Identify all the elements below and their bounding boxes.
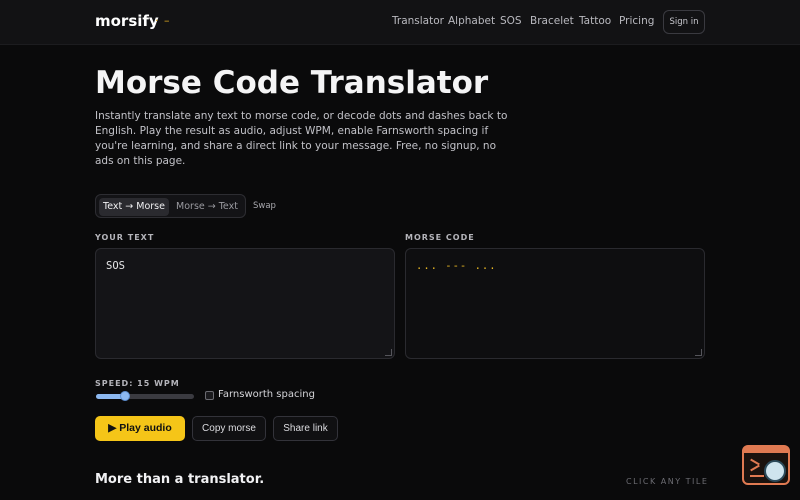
widget-text-line: [750, 475, 764, 477]
morse-output-value: ... --- ...: [416, 260, 497, 272]
page-title: Morse Code Translator: [95, 65, 489, 101]
farnsworth-label[interactable]: Farnsworth spacing: [218, 389, 315, 400]
terminal-search-icon[interactable]: [742, 445, 790, 485]
nav-link-alphabet[interactable]: Alphabet: [448, 15, 495, 27]
mode-toggle: Text → Morse Morse → Text: [95, 194, 246, 218]
mode-morse-to-text-tab[interactable]: Morse → Text: [172, 198, 242, 216]
nav-link-translator[interactable]: Translator: [392, 15, 444, 27]
site-logo[interactable]: morsify: [95, 12, 159, 30]
morse-output-area[interactable]: ... --- ...: [405, 248, 705, 359]
output-label: MORSE CODE: [405, 233, 475, 242]
magnifier-icon: [764, 460, 786, 482]
resize-grip-icon[interactable]: [385, 349, 392, 356]
mode-text-to-morse-tab[interactable]: Text → Morse: [99, 198, 169, 216]
speed-label: SPEED: 15 WPM: [95, 379, 180, 388]
intro-text: Instantly translate any text to morse co…: [95, 110, 508, 167]
resize-grip-icon[interactable]: [695, 349, 702, 356]
speed-slider-thumb[interactable]: [120, 391, 131, 401]
text-input-value: SOS: [106, 260, 125, 272]
play-audio-button[interactable]: ▶ Play audio: [95, 416, 185, 441]
text-input-area[interactable]: SOS: [95, 248, 395, 359]
nav-link-tattoo[interactable]: Tattoo: [579, 15, 611, 27]
share-link-button[interactable]: Share link: [273, 416, 338, 441]
widget-title-bar: [744, 447, 788, 453]
sign-in-button[interactable]: Sign in: [663, 10, 705, 34]
logo-morse-mark: · –: [155, 14, 171, 27]
input-label: YOUR TEXT: [95, 233, 155, 242]
copy-morse-button[interactable]: Copy morse: [192, 416, 266, 441]
top-nav-bar: morsify · – Translator Alphabet SOS Brac…: [0, 0, 800, 45]
nav-link-bracelet[interactable]: Bracelet: [530, 15, 574, 27]
nav-link-sos[interactable]: SOS: [500, 15, 522, 27]
swap-button[interactable]: Swap: [253, 201, 276, 211]
nav-link-pricing[interactable]: Pricing: [619, 15, 654, 27]
section-hint: CLICK ANY TILE: [626, 477, 709, 486]
section-title: More than a translator.: [95, 472, 265, 487]
farnsworth-checkbox[interactable]: [205, 391, 214, 400]
speed-slider[interactable]: [96, 391, 194, 401]
widget-prompt-line: [750, 464, 760, 472]
